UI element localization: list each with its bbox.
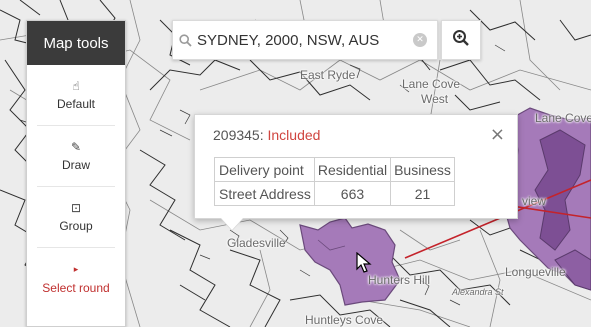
tool-default[interactable]: ☝ Default [37, 65, 115, 126]
clear-icon[interactable]: ✕ [413, 33, 427, 47]
pencil-square-icon: ✎ [70, 140, 82, 154]
close-icon[interactable]: × [490, 124, 505, 145]
map-tools-panel: Map tools ☝ Default ✎ Draw ⊡ Group ▸ Sel… [26, 20, 126, 327]
tool-draw[interactable]: ✎ Draw [37, 126, 115, 187]
map-label-alexandra-st: Alexandra St [452, 287, 504, 297]
popup-title: 209345: Included [213, 127, 320, 143]
popup-pointer [221, 218, 243, 230]
table-header: Delivery point [214, 157, 315, 182]
zoom-in-button[interactable] [441, 20, 481, 60]
pointer-icon: ☝ [72, 79, 80, 93]
mouse-cursor-icon [356, 251, 372, 279]
info-popup: 209345: Included × Delivery point Reside… [194, 114, 518, 219]
map-label-lane-cove: Lane Cove [535, 111, 591, 125]
map-label-hunters-hill: Hunters Hill [368, 273, 431, 287]
caret-right-icon: ▸ [73, 264, 79, 275]
table-header: Business [390, 157, 455, 182]
map-label-lane-cove-west: Lane Cove [402, 77, 461, 91]
map-label-huntleys-cove: Huntleys Cove [305, 313, 384, 327]
map-label-west: West [421, 92, 449, 106]
table-cell: Street Address [214, 181, 315, 206]
tool-select-round-label: Select round [42, 280, 110, 295]
map-label-view: view [522, 194, 547, 208]
search-input[interactable] [197, 31, 409, 49]
popup-status: Included [267, 127, 321, 143]
table-cell: 663 [313, 181, 392, 206]
search-bar: ✕ [172, 20, 438, 60]
delivery-table: Delivery point Residential Business Stre… [214, 157, 455, 206]
table-header: Residential [313, 157, 392, 182]
map-label-gladesville: Gladesville [227, 236, 286, 250]
tool-select-round[interactable]: ▸ Select round [37, 248, 115, 309]
tool-group[interactable]: ⊡ Group [37, 187, 115, 248]
table-row: Street Address 663 21 [214, 181, 455, 206]
popup-id: 209345: [213, 127, 264, 143]
group-select-icon: ⊡ [70, 201, 82, 215]
tool-default-label: Default [56, 97, 96, 111]
table-header-row: Delivery point Residential Business [214, 157, 455, 182]
map-label-longueville: Longueville [505, 265, 566, 279]
tool-group-label: Group [59, 219, 93, 233]
map-label-east-ryde: East Ryde [300, 68, 356, 82]
search-icon [173, 33, 197, 47]
zoom-in-icon [452, 29, 470, 52]
tool-draw-label: Draw [61, 158, 90, 172]
table-cell: 21 [390, 181, 455, 206]
map-tools-title: Map tools [27, 21, 125, 65]
